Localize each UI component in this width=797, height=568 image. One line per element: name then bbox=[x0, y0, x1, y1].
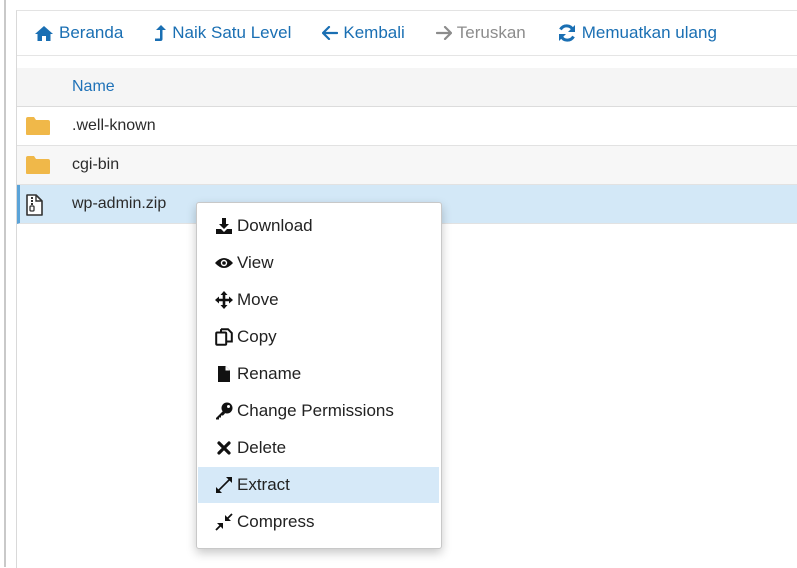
file-manager-window: Beranda Naik Satu Level Kembali Teruskan bbox=[0, 0, 797, 568]
menu-item-download[interactable]: Download bbox=[198, 208, 439, 244]
back-button[interactable]: Kembali bbox=[305, 11, 418, 55]
reload-button[interactable]: Memuatkan ulang bbox=[540, 11, 731, 55]
menu-item-view[interactable]: View bbox=[198, 245, 439, 281]
back-button-label: Kembali bbox=[343, 23, 405, 42]
home-button-label: Beranda bbox=[59, 23, 124, 42]
menu-item-label: Rename bbox=[237, 364, 302, 383]
compress-icon bbox=[214, 513, 234, 531]
file-name: wp-admin.zip bbox=[72, 195, 167, 212]
forward-button[interactable]: Teruskan bbox=[419, 11, 540, 55]
menu-item-copy[interactable]: Copy bbox=[198, 319, 439, 355]
menu-item-move[interactable]: Move bbox=[198, 282, 439, 318]
menu-item-label: Download bbox=[237, 216, 313, 235]
menu-item-label: Compress bbox=[237, 512, 315, 531]
context-menu: Download View Move Copy Rename Change Pe… bbox=[196, 202, 442, 549]
expand-icon bbox=[214, 476, 234, 494]
menu-item-label: View bbox=[237, 253, 274, 272]
home-icon bbox=[35, 25, 53, 41]
arrow-left-icon bbox=[322, 26, 339, 40]
menu-item-rename[interactable]: Rename bbox=[198, 356, 439, 392]
menu-item-label: Move bbox=[237, 290, 279, 309]
copy-icon bbox=[214, 328, 234, 346]
navigation-toolbar: Beranda Naik Satu Level Kembali Teruskan bbox=[17, 11, 797, 56]
folder-icon bbox=[25, 155, 51, 180]
file-row-well-known[interactable]: .well-known bbox=[17, 107, 797, 146]
key-icon bbox=[214, 402, 234, 420]
menu-item-label: Copy bbox=[237, 327, 277, 346]
eye-icon bbox=[214, 254, 234, 272]
menu-item-label: Extract bbox=[237, 475, 290, 494]
menu-item-delete[interactable]: Delete bbox=[198, 430, 439, 466]
arrow-right-icon bbox=[435, 26, 452, 40]
level-up-icon bbox=[155, 25, 167, 41]
refresh-icon bbox=[558, 24, 575, 42]
menu-item-label: Change Permissions bbox=[237, 401, 394, 420]
file-name: cgi-bin bbox=[72, 156, 120, 173]
name-column-header[interactable]: Name bbox=[72, 78, 115, 96]
menu-item-change-permissions[interactable]: Change Permissions bbox=[198, 393, 439, 429]
zip-file-icon bbox=[25, 194, 43, 221]
move-arrows-icon bbox=[214, 291, 234, 309]
file-icon bbox=[214, 365, 234, 383]
menu-item-label: Delete bbox=[237, 438, 287, 457]
up-one-level-label: Naik Satu Level bbox=[172, 23, 292, 42]
forward-button-label: Teruskan bbox=[456, 23, 526, 42]
menu-item-extract[interactable]: Extract bbox=[198, 467, 439, 503]
up-one-level-button[interactable]: Naik Satu Level bbox=[137, 11, 305, 55]
file-row-cgi-bin[interactable]: cgi-bin bbox=[17, 146, 797, 185]
download-icon bbox=[214, 217, 234, 235]
menu-item-compress[interactable]: Compress bbox=[198, 504, 439, 540]
reload-button-label: Memuatkan ulang bbox=[581, 23, 717, 42]
file-name: .well-known bbox=[72, 117, 156, 134]
file-table-header: Name bbox=[17, 68, 797, 107]
home-button[interactable]: Beranda bbox=[17, 11, 137, 55]
left-divider bbox=[4, 0, 6, 567]
x-icon bbox=[214, 439, 234, 457]
folder-icon bbox=[25, 116, 51, 141]
